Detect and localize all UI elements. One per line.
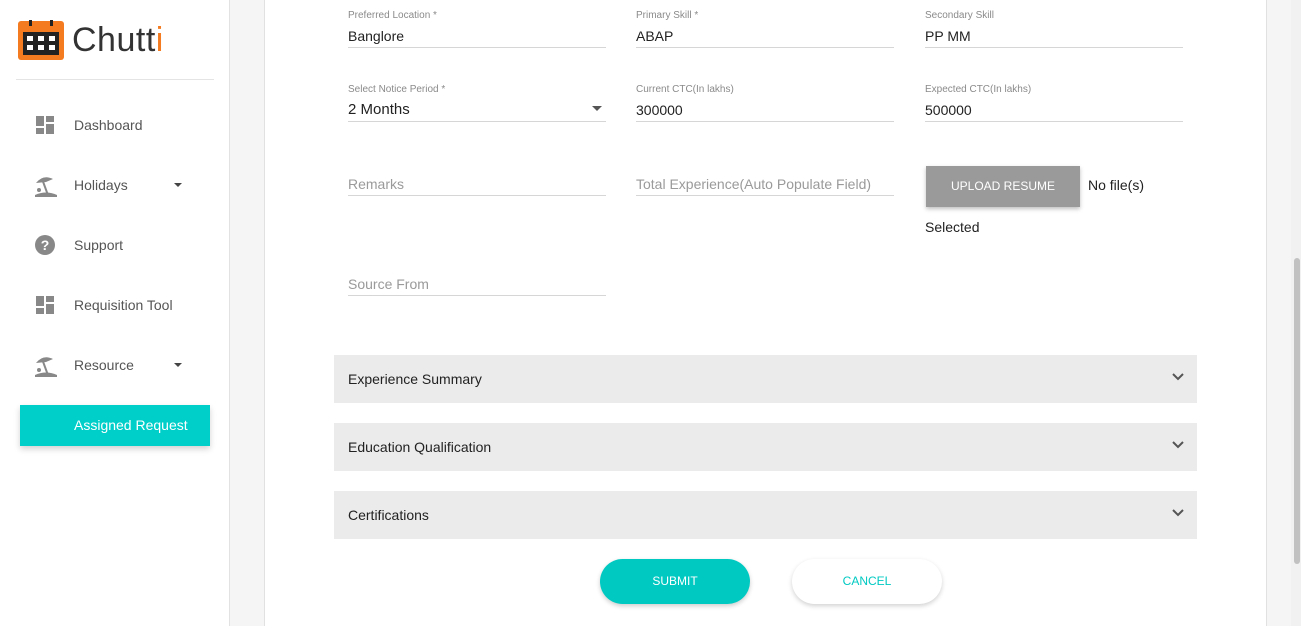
assigned-request-button[interactable]: Assigned Request xyxy=(20,405,210,446)
assigned-request-label: Assigned Request xyxy=(74,417,188,433)
field-value: ABAP xyxy=(636,28,674,44)
field-value: 2 Months xyxy=(348,101,410,118)
chevron-down-icon xyxy=(1171,437,1185,451)
accordion-title: Certifications xyxy=(348,507,429,523)
field-underline xyxy=(925,47,1183,48)
dashboard-icon xyxy=(33,293,57,317)
file-status-text: No file(s) xyxy=(1088,177,1145,193)
svg-text:?: ? xyxy=(41,237,50,253)
chevron-down-icon xyxy=(1171,505,1185,519)
field-underline xyxy=(636,195,894,196)
sidebar-item-label: Resource xyxy=(74,357,134,373)
sidebar-item-requisition-tool[interactable]: Requisition Tool xyxy=(0,275,230,335)
sidebar-item-dashboard[interactable]: Dashboard xyxy=(0,95,230,155)
app-name: Chutti xyxy=(72,21,164,59)
field-underline xyxy=(348,195,606,196)
accordion-title: Education Qualification xyxy=(348,439,492,455)
calendar-logo-icon xyxy=(18,20,64,60)
scrollbar-thumb[interactable] xyxy=(1294,258,1300,564)
sidebar-item-label: Requisition Tool xyxy=(74,297,173,313)
field-underline xyxy=(636,47,894,48)
file-status-text: Selected xyxy=(925,219,980,235)
sidebar-item-holidays[interactable]: Holidays xyxy=(0,155,230,215)
upload-resume-button[interactable]: UPLOAD RESUME xyxy=(926,166,1080,207)
beach-icon xyxy=(33,353,57,377)
field-placeholder: Source From xyxy=(348,276,429,292)
accordion-title: Experience Summary xyxy=(348,371,482,387)
field-underline xyxy=(925,121,1183,122)
field-placeholder: Remarks xyxy=(348,176,405,192)
cancel-button[interactable]: CANCEL xyxy=(792,559,942,604)
field-underline xyxy=(348,121,606,122)
sidebar-item-label: Holidays xyxy=(74,177,128,193)
divider xyxy=(16,79,214,80)
chevron-down-icon xyxy=(174,363,182,367)
field-underline xyxy=(348,295,606,296)
beach-icon xyxy=(33,173,57,197)
chevron-down-icon xyxy=(174,183,182,187)
sidebar-nav: Dashboard Holidays ? Support Requisition… xyxy=(0,95,230,395)
chevron-down-icon xyxy=(1171,369,1185,383)
sidebar-item-label: Dashboard xyxy=(74,117,143,133)
field-value: Banglore xyxy=(348,28,405,44)
field-label: Secondary Skill xyxy=(925,10,994,21)
field-label: Preferred Location * xyxy=(348,10,437,21)
app-logo[interactable]: Chutti xyxy=(18,20,164,60)
dashboard-icon xyxy=(33,113,57,137)
certifications-accordion[interactable]: Certifications xyxy=(334,491,1197,539)
field-label: Expected CTC(In lakhs) xyxy=(925,84,1032,95)
sidebar-item-support[interactable]: ? Support xyxy=(0,215,230,275)
help-icon: ? xyxy=(33,233,57,257)
field-value: PP MM xyxy=(925,28,971,44)
field-label: Current CTC(In lakhs) xyxy=(636,84,734,95)
submit-button[interactable]: SUBMIT xyxy=(600,559,750,604)
field-underline xyxy=(636,121,894,122)
sidebar-item-resource[interactable]: Resource xyxy=(0,335,230,395)
experience-summary-accordion[interactable]: Experience Summary xyxy=(334,355,1197,403)
field-label: Primary Skill * xyxy=(636,10,699,21)
education-qualification-accordion[interactable]: Education Qualification xyxy=(334,423,1197,471)
field-underline xyxy=(348,47,606,48)
sidebar: Chutti Dashboard Holidays ? Support Requ… xyxy=(0,0,230,626)
sidebar-item-label: Support xyxy=(74,237,124,253)
field-value: 500000 xyxy=(925,102,972,118)
field-value: 300000 xyxy=(636,102,683,118)
field-placeholder: Total Experience(Auto Populate Field) xyxy=(636,176,872,192)
field-label: Select Notice Period * xyxy=(348,84,446,95)
chevron-down-icon xyxy=(592,106,602,111)
